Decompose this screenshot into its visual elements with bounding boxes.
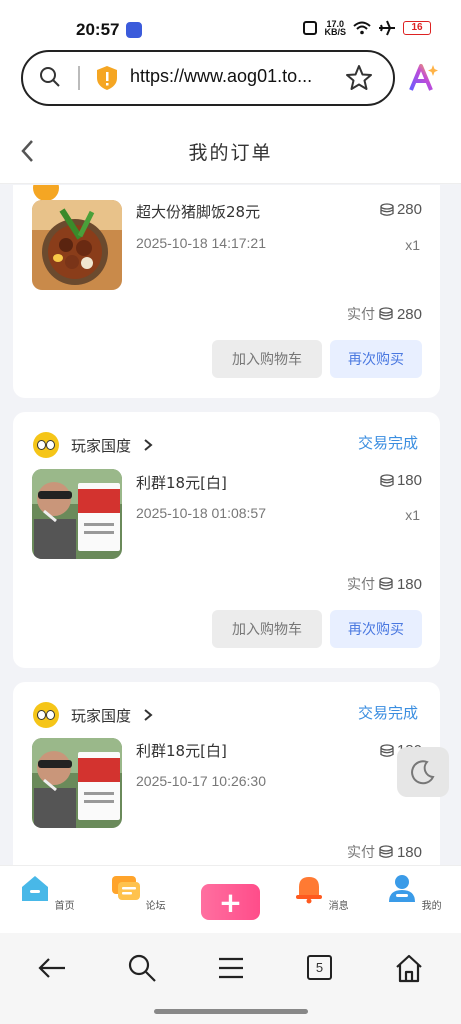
- paid-total: 实付 180: [346, 843, 422, 862]
- chevron-right-icon: [144, 439, 153, 451]
- coin-stack-icon: [380, 743, 394, 757]
- buy-again-button[interactable]: 再次购买: [330, 610, 422, 648]
- publish-button[interactable]: +: [201, 884, 260, 920]
- tab-home[interactable]: 首页: [12, 872, 82, 912]
- product-price: 180: [380, 472, 422, 489]
- arrow-left-icon[interactable]: [37, 953, 67, 983]
- divider: [78, 66, 80, 90]
- coin-stack-icon: [380, 202, 394, 216]
- menu-icon[interactable]: [216, 953, 246, 983]
- tabs-icon[interactable]: 5: [307, 955, 332, 980]
- tab-forum[interactable]: 论坛: [103, 872, 173, 912]
- tab-label: 首页: [54, 901, 75, 912]
- chat-icon: [112, 876, 141, 900]
- order-card: 超大份猪脚饭28元 2025-10-18 14:17:21 280 x1 实付 …: [13, 185, 440, 398]
- product-name[interactable]: 超大份猪脚饭28元: [136, 201, 260, 222]
- page-header: 我的订单: [0, 116, 461, 184]
- product-image[interactable]: [32, 469, 122, 559]
- url-text[interactable]: https://www.aog01.to...: [130, 66, 312, 87]
- paid-total: 实付 280: [346, 305, 422, 324]
- browser-nav-bar: 5: [0, 933, 461, 1024]
- ai-icon[interactable]: [408, 62, 440, 94]
- bottom-tab-bar: 首页 论坛 + 消息 我的: [0, 865, 461, 933]
- chevron-right-icon: [144, 709, 153, 721]
- plus-icon: +: [218, 885, 243, 919]
- product-image[interactable]: [32, 738, 122, 828]
- order-list: 超大份猪脚饭28元 2025-10-18 14:17:21 280 x1 实付 …: [0, 185, 461, 865]
- order-date: 2025-10-17 10:26:30: [136, 773, 266, 789]
- moon-icon: [411, 760, 435, 785]
- tab-label: 我的: [421, 901, 442, 912]
- search-icon[interactable]: [39, 66, 61, 88]
- shield-warning-icon[interactable]: [95, 65, 119, 91]
- star-icon[interactable]: [345, 64, 373, 92]
- shop-link[interactable]: 玩家国度: [33, 702, 153, 728]
- order-card: 玩家国度 交易完成 利群18元[白] 2025-10-18 01:08:57 1…: [13, 412, 440, 668]
- tab-notify[interactable]: 消息: [286, 872, 356, 912]
- shop-avatar: [33, 432, 59, 458]
- bell-icon: [296, 877, 323, 904]
- order-card: 玩家国度 交易完成 利群18元[白] 2025-10-17 10:26:30 1…: [13, 682, 440, 865]
- order-status: 交易完成: [357, 704, 418, 722]
- shop-avatar: [33, 185, 59, 201]
- home-icon: [22, 876, 49, 901]
- tab-label: 消息: [328, 901, 349, 912]
- home-icon[interactable]: [394, 953, 424, 983]
- status-bar: 20:57 17.0 KB/S 16: [0, 0, 461, 44]
- airplane-icon: [379, 20, 395, 36]
- coin-stack-icon: [379, 845, 393, 858]
- coin-stack-icon: [380, 473, 394, 487]
- coin-stack-icon: [379, 307, 393, 320]
- order-date: 2025-10-18 14:17:21: [136, 235, 266, 251]
- paid-total: 实付 180: [346, 575, 422, 594]
- coin-stack-icon: [379, 577, 393, 590]
- browser-toolbar: https://www.aog01.to...: [0, 44, 461, 116]
- product-image[interactable]: [32, 200, 122, 290]
- night-mode-button[interactable]: [397, 747, 449, 797]
- wifi-icon: [353, 21, 371, 35]
- order-date: 2025-10-18 01:08:57: [136, 505, 266, 521]
- battery-icon: 16: [403, 21, 431, 35]
- nfc-icon: [303, 21, 318, 35]
- address-bar[interactable]: https://www.aog01.to...: [21, 50, 395, 106]
- product-name[interactable]: 利群18元[白]: [136, 472, 227, 493]
- shop-name: 玩家国度: [71, 436, 132, 455]
- shop-link[interactable]: 玩家国度: [33, 432, 153, 458]
- add-to-cart-button[interactable]: 加入购物车: [212, 610, 322, 648]
- user-icon: [389, 875, 416, 902]
- order-status: 交易完成: [357, 434, 418, 452]
- shop-name: 玩家国度: [71, 706, 132, 725]
- product-price: 280: [380, 201, 422, 218]
- shop-avatar: [33, 702, 59, 728]
- net-speed: 17.0 KB/S: [324, 19, 346, 37]
- product-qty: x1: [405, 237, 420, 253]
- page-title: 我的订单: [188, 142, 273, 164]
- tab-label: 论坛: [145, 901, 166, 912]
- product-name[interactable]: 利群18元[白]: [136, 740, 227, 761]
- app-badge-icon: [126, 22, 142, 38]
- search-icon[interactable]: [127, 953, 157, 983]
- gesture-bar[interactable]: [154, 1009, 308, 1014]
- clock: 20:57: [76, 20, 120, 39]
- buy-again-button[interactable]: 再次购买: [330, 340, 422, 378]
- tab-mine[interactable]: 我的: [379, 872, 449, 912]
- add-to-cart-button[interactable]: 加入购物车: [212, 340, 322, 378]
- product-qty: x1: [405, 507, 420, 523]
